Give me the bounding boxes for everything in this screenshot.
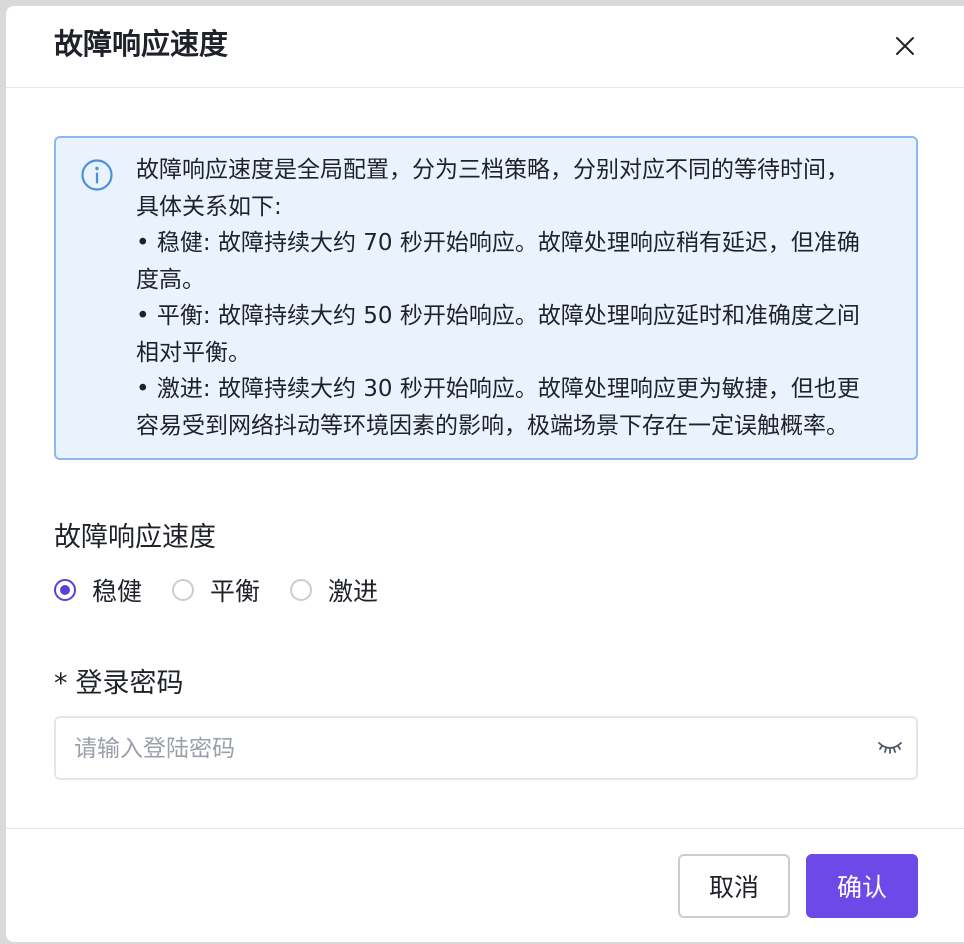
password-label-row: * 登录密码 [54, 666, 184, 702]
radio-unchecked-icon[interactable] [172, 579, 195, 601]
radio-label: 平衡 [210, 577, 261, 606]
radio-option-aggressive[interactable]: 激进 [290, 572, 378, 608]
info-line: • 稳健: 故障持续大约 70 秒开始响应。故障处理响应稍有延迟，但准确 [136, 230, 860, 256]
footer-divider [6, 828, 964, 829]
close-icon[interactable] [892, 33, 918, 59]
required-mark: * [54, 668, 68, 699]
info-alert: 故障响应速度是全局配置，分为三档策略，分别对应不同的等待时间， 具体关系如下: … [54, 136, 918, 460]
password-field[interactable] [54, 716, 918, 780]
info-line: 相对平衡。 [136, 339, 251, 366]
password-input[interactable] [72, 718, 856, 780]
info-line: • 平衡: 故障持续大约 50 秒开始响应。故障处理响应延时和准确度之间 [136, 303, 860, 329]
radio-label: 激进 [328, 577, 379, 606]
info-line: 度高。 [136, 266, 205, 293]
dialog-title: 故障响应速度 [54, 27, 229, 61]
info-line: 具体关系如下: [136, 193, 282, 220]
password-label: 登录密码 [75, 668, 184, 699]
speed-radio-group: 稳健 平衡 激进 [54, 572, 408, 608]
info-icon [81, 159, 113, 191]
info-line: 容易受到网络抖动等环境因素的影响，极端场景下存在一定误触概率。 [136, 412, 849, 439]
radio-label: 稳健 [92, 577, 143, 606]
radio-unchecked-icon[interactable] [290, 579, 313, 601]
radio-option-balanced[interactable]: 平衡 [172, 572, 260, 608]
radio-checked-icon[interactable] [54, 579, 76, 601]
dialog-header: 故障响应速度 [6, 6, 964, 88]
radio-option-stable[interactable]: 稳健 [54, 572, 142, 608]
confirm-button[interactable]: 确认 [806, 854, 918, 918]
eye-closed-icon[interactable] [876, 736, 904, 758]
info-description: 故障响应速度是全局配置，分为三档策略，分别对应不同的等待时间， 具体关系如下: … [136, 152, 906, 444]
info-line: 故障响应速度是全局配置，分为三档策略，分别对应不同的等待时间， [136, 157, 849, 183]
cancel-button[interactable]: 取消 [678, 854, 790, 918]
speed-label: 故障响应速度 [54, 522, 216, 553]
fault-response-dialog: 故障响应速度 故障响应速度是全局配置，分为三档策略，分别对应不同的等待时间， 具… [6, 6, 964, 942]
info-line: • 激进: 故障持续大约 30 秒开始响应。故障处理响应更为敏捷，但也更 [136, 376, 860, 402]
